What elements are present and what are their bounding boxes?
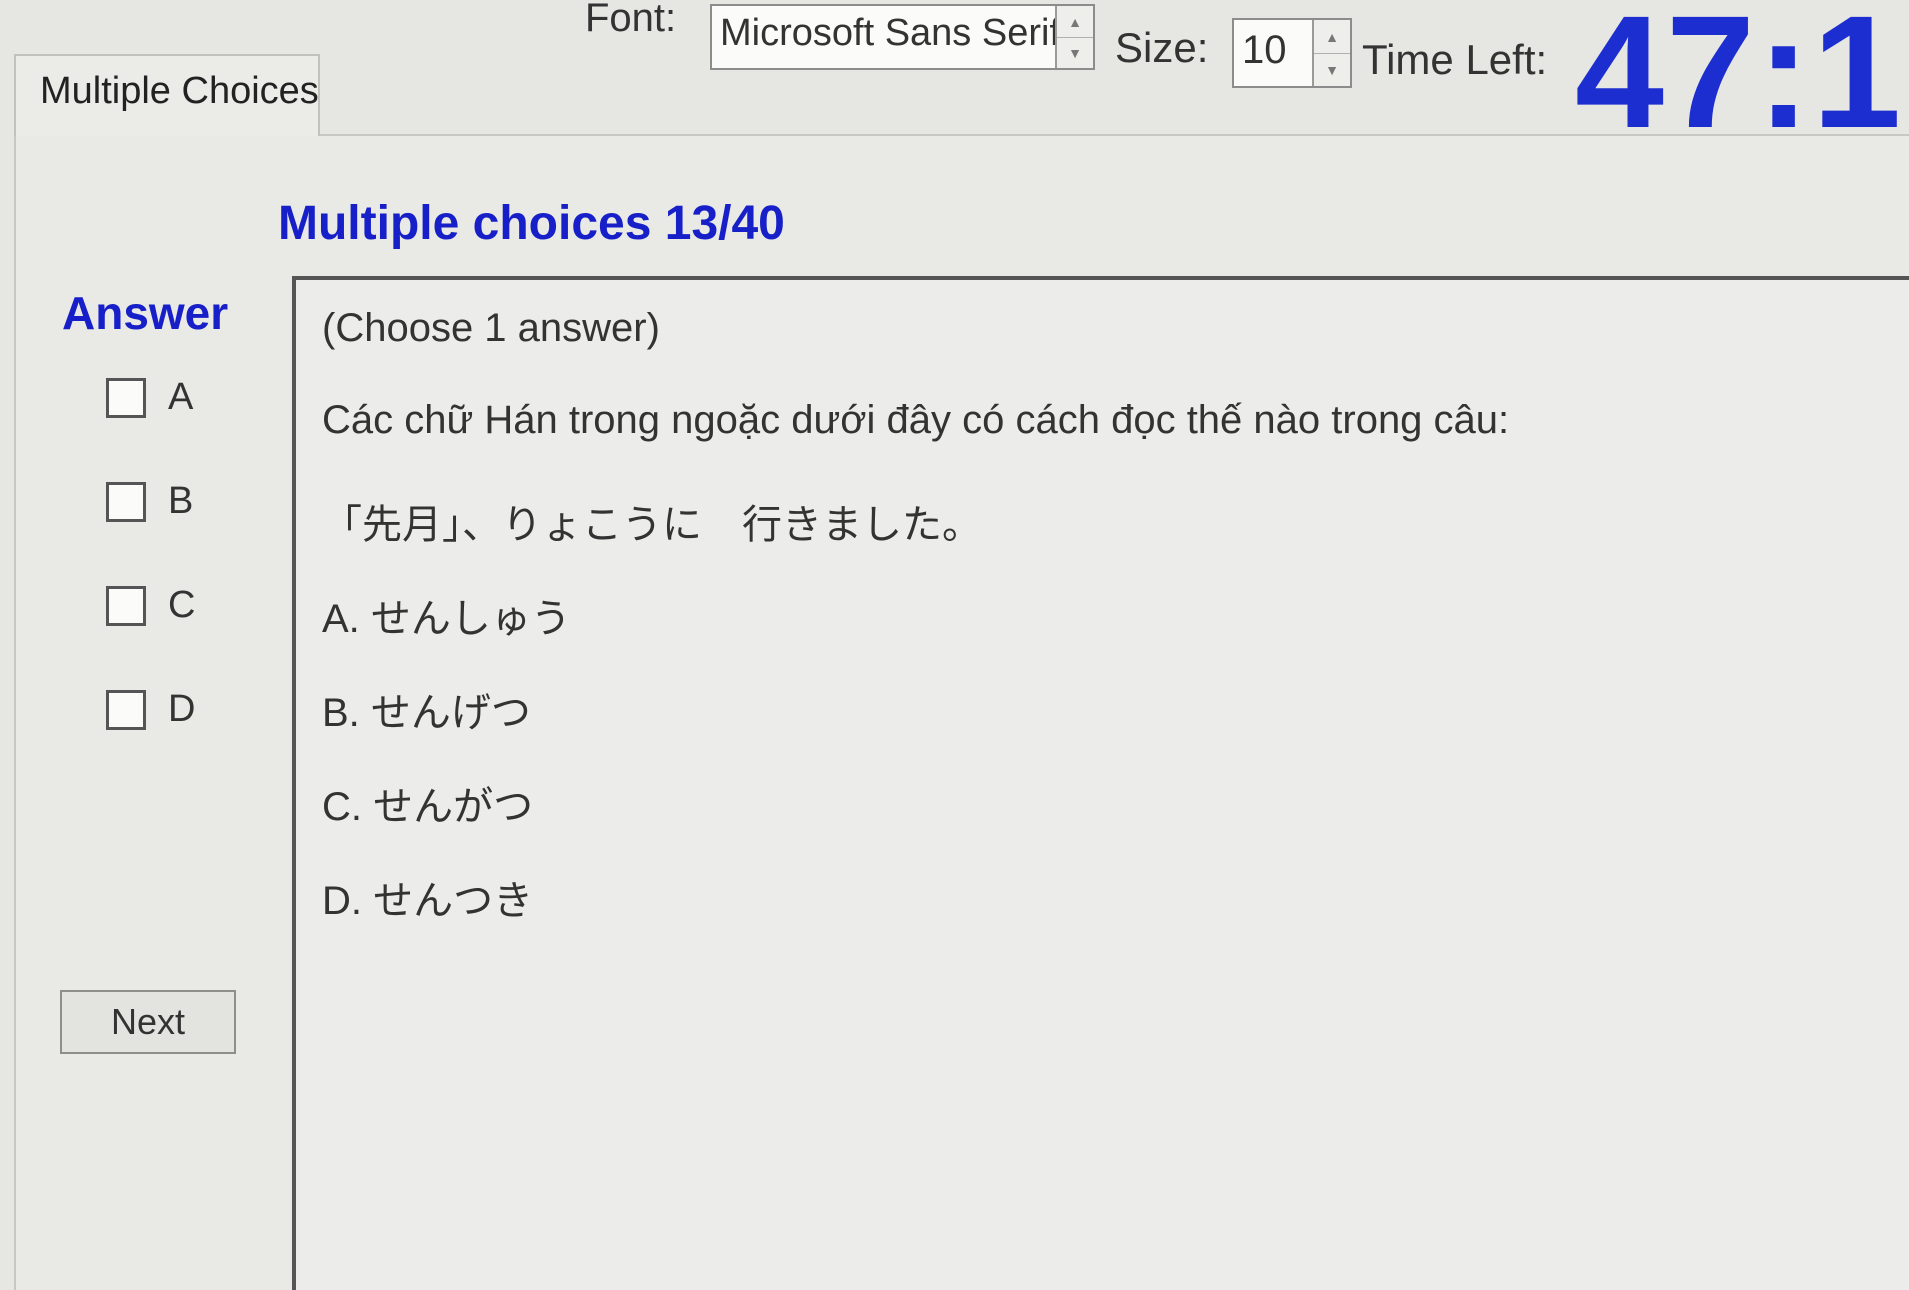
question-sentence: 「先月」、りょこうに 行きました。 bbox=[322, 503, 982, 547]
time-left-label: Time Left: bbox=[1362, 36, 1548, 83]
spin-up-icon[interactable]: ▲ bbox=[1057, 6, 1093, 38]
font-value: Microsoft Sans Serif bbox=[720, 12, 1060, 54]
spin-down-icon[interactable]: ▼ bbox=[1057, 37, 1093, 68]
tab-multiple-choices[interactable]: Multiple Choices bbox=[14, 54, 320, 136]
question-instruction: (Choose 1 answer) bbox=[322, 306, 660, 350]
tab-label: Multiple Choices bbox=[40, 70, 319, 112]
size-select[interactable]: 10 ▲ ▼ bbox=[1232, 18, 1352, 88]
question-panel: (Choose 1 answer) Các chữ Hán trong ngoặ… bbox=[292, 276, 1909, 1290]
checkbox[interactable] bbox=[106, 585, 146, 626]
answer-heading: Answer bbox=[62, 287, 229, 339]
option-c-text: C. せんがつ bbox=[322, 785, 534, 829]
size-label: Size: bbox=[1115, 24, 1209, 71]
spin-up-icon[interactable]: ▲ bbox=[1314, 20, 1350, 54]
choice-letter: D bbox=[168, 688, 196, 730]
size-value: 10 bbox=[1242, 28, 1287, 72]
choice-letter: A bbox=[168, 376, 194, 418]
answer-choice-c[interactable]: C bbox=[106, 584, 195, 627]
checkbox[interactable] bbox=[106, 689, 146, 730]
option-b-text: B. せんげつ bbox=[322, 691, 531, 735]
size-spinner[interactable]: ▲ ▼ bbox=[1312, 20, 1350, 86]
option-d-text: D. せんつき bbox=[322, 879, 534, 923]
question-counter-heading: Multiple choices 13/40 bbox=[278, 197, 785, 250]
answer-choice-d[interactable]: D bbox=[106, 688, 195, 731]
choice-letter: C bbox=[168, 584, 196, 626]
font-spinner[interactable]: ▲ ▼ bbox=[1055, 6, 1093, 68]
answer-choice-a[interactable]: A bbox=[106, 376, 193, 419]
choice-letter: B bbox=[168, 480, 194, 522]
next-button[interactable]: Next bbox=[60, 990, 236, 1054]
spin-down-icon[interactable]: ▼ bbox=[1314, 53, 1350, 86]
font-label: Font: bbox=[585, 0, 677, 40]
option-a-text: A. せんしゅう bbox=[322, 597, 571, 641]
checkbox[interactable] bbox=[106, 377, 146, 418]
font-select[interactable]: Microsoft Sans Serif ▲ ▼ bbox=[710, 4, 1095, 70]
checkbox[interactable] bbox=[106, 481, 146, 522]
question-prompt: Các chữ Hán trong ngoặc dưới đây có cách… bbox=[322, 398, 1510, 442]
answer-choice-b[interactable]: B bbox=[106, 480, 193, 523]
